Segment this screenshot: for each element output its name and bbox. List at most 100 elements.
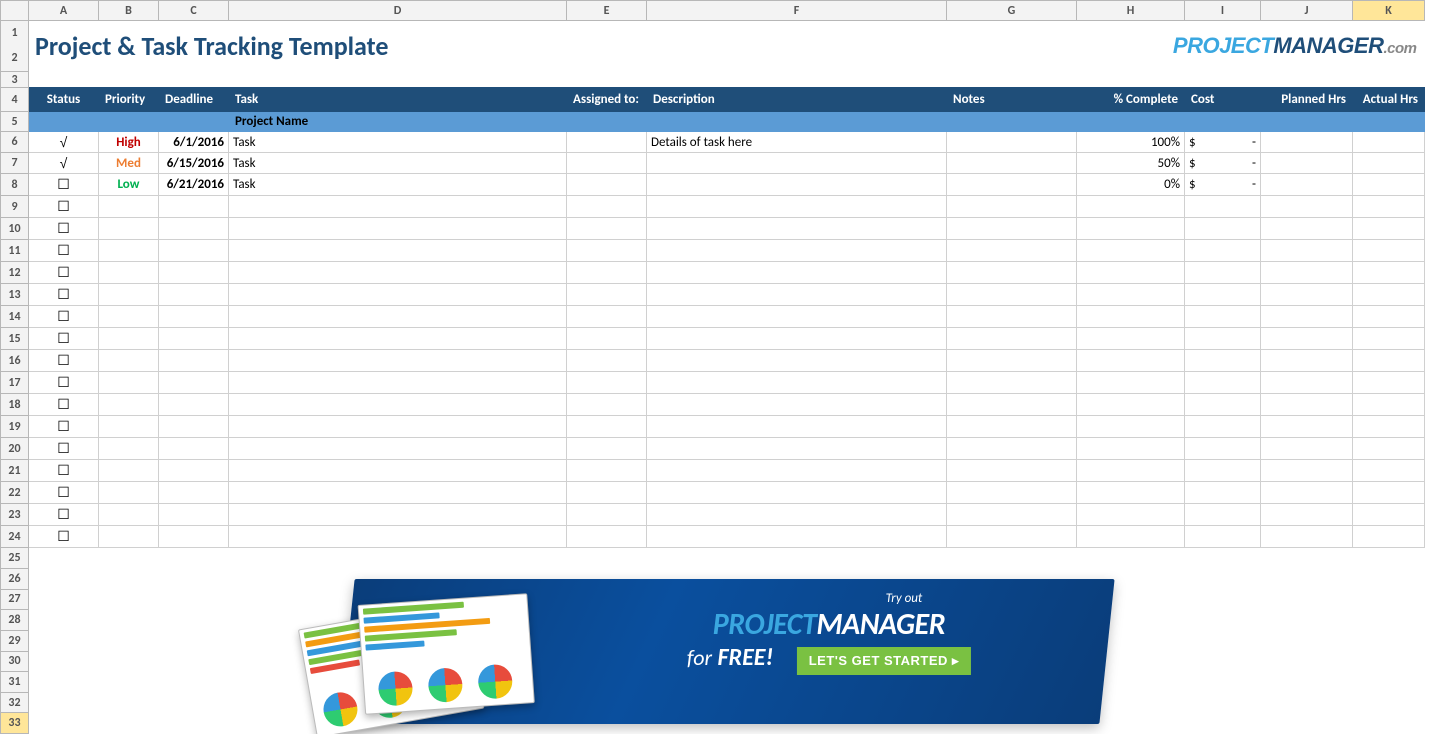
cell-actual-hrs[interactable] <box>1353 218 1425 240</box>
cell-deadline[interactable] <box>159 218 229 240</box>
cell-actual-hrs[interactable] <box>1353 284 1425 306</box>
cell-priority[interactable] <box>99 372 159 394</box>
row-header-1-2[interactable]: 1 2 <box>1 21 29 72</box>
cell-description[interactable] <box>647 482 947 504</box>
cell-cost[interactable] <box>1185 306 1261 328</box>
row-header-15[interactable]: 15 <box>1 328 29 350</box>
subheader-project-name[interactable]: Project Name <box>229 112 567 132</box>
cell-assigned[interactable] <box>567 153 647 174</box>
cell-planned-hrs[interactable] <box>1261 240 1353 262</box>
cell-actual-hrs[interactable] <box>1353 196 1425 218</box>
cell-description[interactable] <box>647 284 947 306</box>
row-header-6[interactable]: 6 <box>1 132 29 153</box>
cell-deadline[interactable] <box>159 504 229 526</box>
cell-notes[interactable] <box>947 218 1077 240</box>
cell-task[interactable]: Task <box>229 132 567 153</box>
cell-pct-complete[interactable] <box>1077 328 1185 350</box>
cell-task[interactable] <box>229 438 567 460</box>
cell-assigned[interactable] <box>567 196 647 218</box>
cell-assigned[interactable] <box>567 284 647 306</box>
cell-description[interactable] <box>647 350 947 372</box>
cell-assigned[interactable] <box>567 306 647 328</box>
cell-assigned[interactable] <box>567 328 647 350</box>
cell-actual-hrs[interactable] <box>1353 504 1425 526</box>
cell-task[interactable] <box>229 394 567 416</box>
cell-priority[interactable]: High <box>99 132 159 153</box>
cell-status[interactable]: ☐ <box>29 372 99 394</box>
cell-actual-hrs[interactable] <box>1353 438 1425 460</box>
cell-status[interactable]: ☐ <box>29 262 99 284</box>
cell-status[interactable]: ☐ <box>29 306 99 328</box>
cell-pct-complete[interactable]: 100% <box>1077 132 1185 153</box>
cell-assigned[interactable] <box>567 174 647 196</box>
row-header-24[interactable]: 24 <box>1 526 29 548</box>
cell-pct-complete[interactable] <box>1077 196 1185 218</box>
col-header-A[interactable]: A <box>29 1 99 21</box>
cell-deadline[interactable] <box>159 350 229 372</box>
cell-task[interactable] <box>229 328 567 350</box>
cell-pct-complete[interactable] <box>1077 460 1185 482</box>
cell-actual-hrs[interactable] <box>1353 174 1425 196</box>
cell-cost[interactable] <box>1185 240 1261 262</box>
cell-status[interactable]: ☐ <box>29 328 99 350</box>
cell-status[interactable]: ☐ <box>29 218 99 240</box>
cell-cost[interactable] <box>1185 394 1261 416</box>
cell-description[interactable]: Details of task here <box>647 132 947 153</box>
cell-priority[interactable] <box>99 438 159 460</box>
cell-priority[interactable] <box>99 284 159 306</box>
cell-status[interactable]: ☐ <box>29 394 99 416</box>
cell-assigned[interactable] <box>567 394 647 416</box>
cell-pct-complete[interactable] <box>1077 394 1185 416</box>
col-header-J[interactable]: J <box>1261 1 1353 21</box>
cell-deadline[interactable] <box>159 240 229 262</box>
cell-pct-complete[interactable] <box>1077 350 1185 372</box>
cell-actual-hrs[interactable] <box>1353 482 1425 504</box>
cell-deadline[interactable] <box>159 482 229 504</box>
col-header-H[interactable]: H <box>1077 1 1185 21</box>
cell-assigned[interactable] <box>567 438 647 460</box>
row-header-25[interactable]: 25 <box>1 548 29 569</box>
cell-cost[interactable] <box>1185 482 1261 504</box>
cell-status[interactable]: ☐ <box>29 284 99 306</box>
cell-pct-complete[interactable] <box>1077 438 1185 460</box>
row-header-20[interactable]: 20 <box>1 438 29 460</box>
cell-description[interactable] <box>647 504 947 526</box>
row-header-31[interactable]: 31 <box>1 672 29 693</box>
cell-notes[interactable] <box>947 328 1077 350</box>
cell-deadline[interactable] <box>159 526 229 548</box>
cell-description[interactable] <box>647 372 947 394</box>
cell-task[interactable] <box>229 460 567 482</box>
cell-status[interactable]: ☐ <box>29 482 99 504</box>
cell-priority[interactable] <box>99 262 159 284</box>
row-header-33[interactable]: 33 <box>1 713 29 734</box>
cell-priority[interactable] <box>99 482 159 504</box>
cell-pct-complete[interactable] <box>1077 482 1185 504</box>
cell-cost[interactable] <box>1185 350 1261 372</box>
row-header-23[interactable]: 23 <box>1 504 29 526</box>
cell-task[interactable] <box>229 504 567 526</box>
cell-cost[interactable] <box>1185 438 1261 460</box>
row-header-3[interactable]: 3 <box>1 72 29 88</box>
cell-priority[interactable]: Low <box>99 174 159 196</box>
cell-notes[interactable] <box>947 153 1077 174</box>
cell-planned-hrs[interactable] <box>1261 394 1353 416</box>
cell-planned-hrs[interactable] <box>1261 284 1353 306</box>
cell-priority[interactable] <box>99 460 159 482</box>
cell-notes[interactable] <box>947 526 1077 548</box>
cell-description[interactable] <box>647 240 947 262</box>
cell-status[interactable]: ☐ <box>29 350 99 372</box>
row-header-32[interactable]: 32 <box>1 692 29 713</box>
cell-actual-hrs[interactable] <box>1353 460 1425 482</box>
col-header-G[interactable]: G <box>947 1 1077 21</box>
cell-notes[interactable] <box>947 196 1077 218</box>
cell-description[interactable] <box>647 460 947 482</box>
cell-notes[interactable] <box>947 350 1077 372</box>
cell-assigned[interactable] <box>567 350 647 372</box>
cell-deadline[interactable]: 6/21/2016 <box>159 174 229 196</box>
row-header-18[interactable]: 18 <box>1 394 29 416</box>
cell-status[interactable]: ☐ <box>29 416 99 438</box>
row-header-14[interactable]: 14 <box>1 306 29 328</box>
cell-pct-complete[interactable] <box>1077 240 1185 262</box>
cell-notes[interactable] <box>947 284 1077 306</box>
promo-banner[interactable]: Try out PROJECTMANAGER for FREE! LET'S G… <box>339 579 1114 724</box>
